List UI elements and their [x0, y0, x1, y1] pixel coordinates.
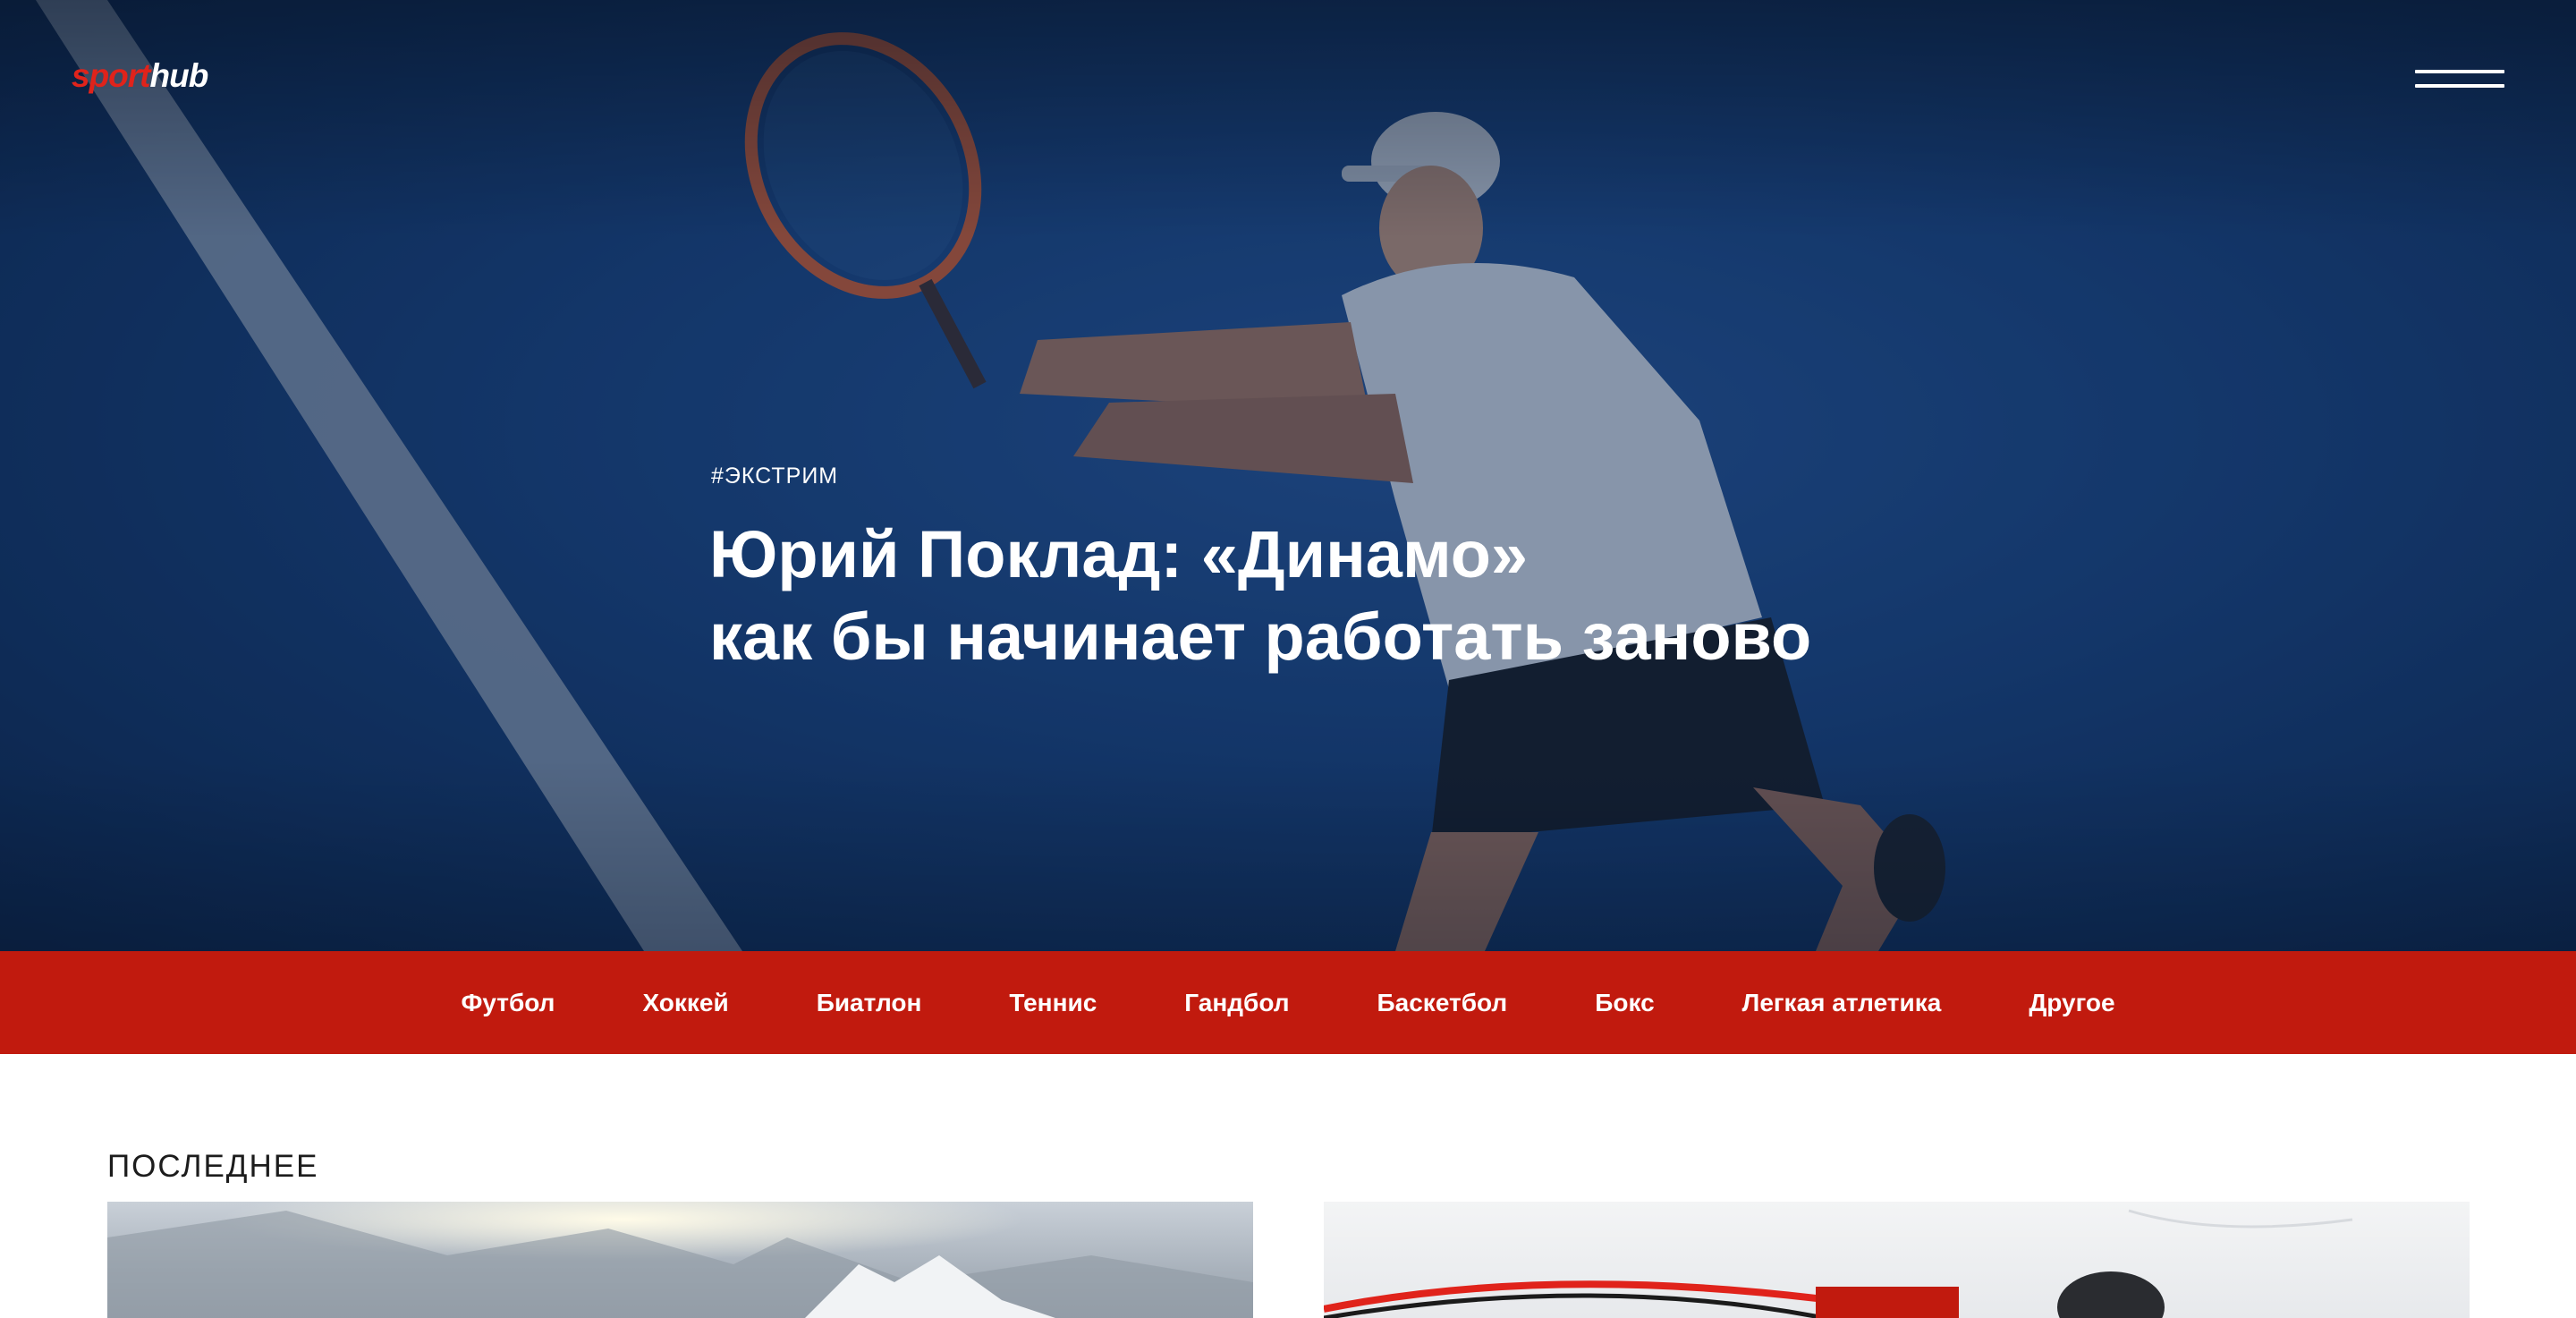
nav-item-basketball[interactable]: Баскетбол: [1377, 989, 1508, 1017]
nav-item-biathlon[interactable]: Биатлон: [817, 989, 922, 1017]
hero-title-line-1: Юрий Поклад: «Динамо»: [709, 517, 1529, 591]
logo-part-sport: sport: [72, 57, 150, 94]
nav-item-hockey[interactable]: Хоккей: [642, 989, 728, 1017]
ski-race-photo: [1324, 1209, 2353, 1318]
hamburger-icon-bar: [2415, 84, 2504, 88]
hero-title-line-2: как бы начинает работать заново: [709, 599, 1812, 674]
nav-item-athletics[interactable]: Легкая атлетика: [1742, 989, 1942, 1017]
hero-banner[interactable]: sporthub #ЭКСТРИМ Юрий Поклад: «Динамо» …: [0, 0, 2576, 951]
nav-item-football[interactable]: Футбол: [461, 989, 555, 1017]
mountain-photo: [107, 1202, 1253, 1318]
nav-item-tennis[interactable]: Теннис: [1009, 989, 1097, 1017]
nav-item-other[interactable]: Другое: [2029, 989, 2114, 1017]
hero-tag[interactable]: #ЭКСТРИМ: [711, 463, 838, 489]
latest-card-image-1[interactable]: [107, 1202, 1253, 1318]
latest-section-title: ПОСЛЕДНЕЕ: [107, 1149, 319, 1185]
hamburger-icon: [2415, 70, 2504, 73]
sport-category-nav: Футбол Хоккей Биатлон Теннис Гандбол Бас…: [0, 951, 2576, 1054]
latest-card-image-2[interactable]: [1324, 1202, 2470, 1318]
hero-image: [0, 0, 2576, 951]
hero-title[interactable]: Юрий Поклад: «Динамо» как бы начинает ра…: [709, 514, 2051, 678]
nav-item-boxing[interactable]: Бокс: [1595, 989, 1654, 1017]
sporthub-logo[interactable]: sporthub: [72, 57, 208, 95]
logo-part-hub: hub: [149, 57, 209, 94]
hamburger-menu-button[interactable]: [2415, 66, 2504, 93]
nav-item-handball[interactable]: Гандбол: [1184, 989, 1289, 1017]
